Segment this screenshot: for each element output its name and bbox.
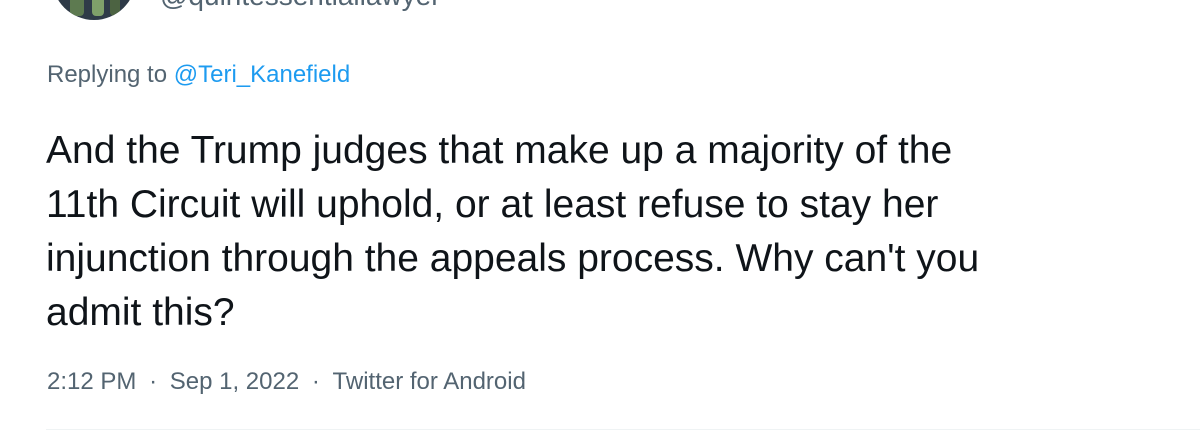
tweet-time[interactable]: 2:12 PM [47,368,136,396]
tweet-text-line: 11th Circuit will uphold, or at least re… [46,183,939,226]
metadata-separator: · [311,368,320,395]
tweet-text: And the Trump judges that make up a majo… [46,124,1156,340]
tweet-card: @quintessentiallawyer Replying to @Teri_… [0,0,1200,430]
metadata-separator: · [149,368,158,395]
replying-prefix: Replying to [47,61,168,88]
author-handle[interactable]: @quintessentiallawyer [160,0,441,12]
avatar-image-part [92,0,104,16]
avatar-image-part [70,0,84,16]
tweet-text-line: And the Trump judges that make up a majo… [46,129,953,172]
tweet-source-link[interactable]: Twitter for Android [333,368,526,396]
avatar[interactable] [52,0,136,20]
replying-to-mention-link[interactable]: @Teri_Kanefield [174,61,350,88]
tweet-metadata: 2:12 PM · Sep 1, 2022 · Twitter for Andr… [47,368,526,396]
tweet-text-line: injunction through the appeals process. … [46,237,980,280]
avatar-image-part [110,0,120,16]
tweet-date[interactable]: Sep 1, 2022 [170,368,299,396]
tweet-text-line: admit this? [46,291,235,334]
replying-to-line: Replying to @Teri_Kanefield [47,61,350,89]
